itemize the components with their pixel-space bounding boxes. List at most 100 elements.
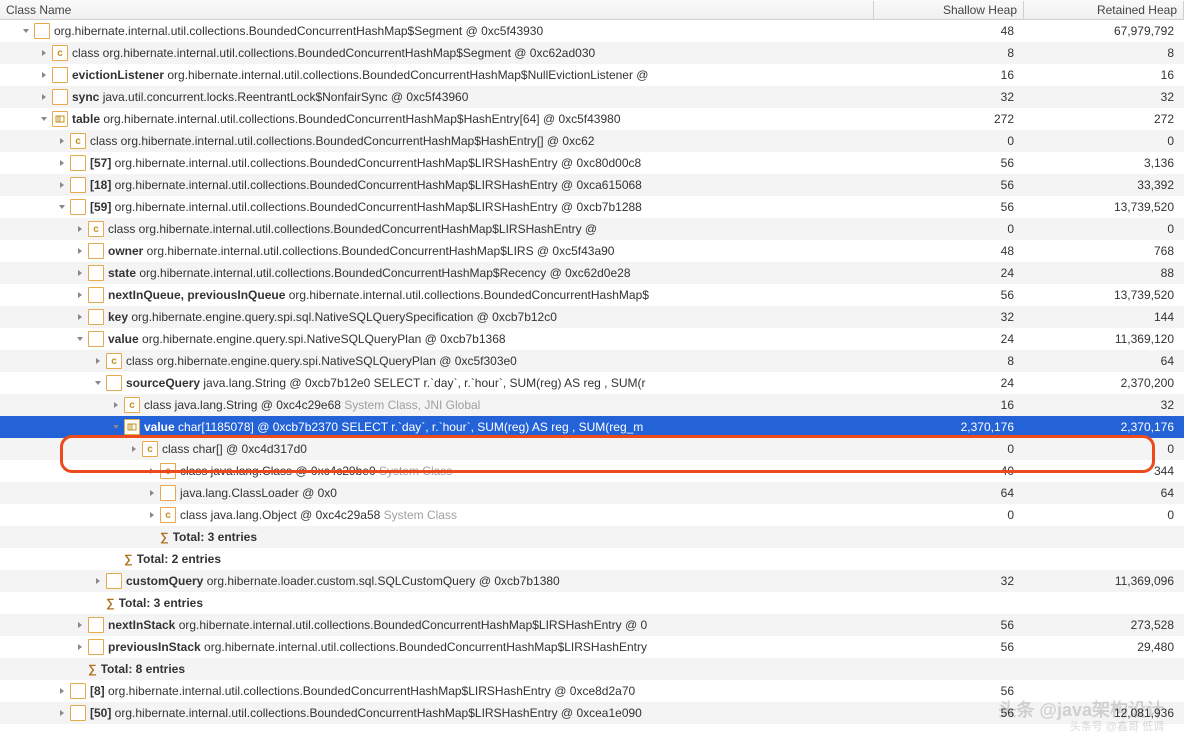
tree-row[interactable]: [59] org.hibernate.internal.util.collect… (0, 196, 1184, 218)
shallow-heap-value: 0 (874, 508, 1024, 522)
shallow-heap-value: 64 (874, 486, 1024, 500)
tree-row[interactable]: c class java.lang.String @ 0xc4c29e68 Sy… (0, 394, 1184, 416)
sigma-icon: ∑ (106, 596, 115, 610)
disclosure-right-icon[interactable] (74, 245, 86, 257)
tree-row[interactable]: [18] org.hibernate.internal.util.collect… (0, 174, 1184, 196)
disclosure-right-icon[interactable] (56, 157, 68, 169)
sigma-icon: ∑ (124, 552, 133, 566)
header-shallow-heap[interactable]: Shallow Heap (874, 1, 1024, 19)
tree-row[interactable]: c class java.lang.Class @ 0xc4c29be0 Sys… (0, 460, 1184, 482)
field-name: value (108, 332, 139, 346)
disclosure-right-icon[interactable] (110, 399, 122, 411)
disclosure-down-icon[interactable] (110, 421, 122, 433)
tree-row[interactable]: ∑Total: 3 entries (0, 526, 1184, 548)
object-icon (106, 375, 122, 391)
tree-row[interactable]: sourceQuery java.lang.String @ 0xcb7b12e… (0, 372, 1184, 394)
disclosure-down-icon[interactable] (56, 201, 68, 213)
disclosure-right-icon[interactable] (74, 289, 86, 301)
shallow-heap-value: 56 (874, 178, 1024, 192)
tree-row[interactable]: customQuery org.hibernate.loader.custom.… (0, 570, 1184, 592)
tree-row[interactable]: c class org.hibernate.engine.query.spi.N… (0, 350, 1184, 372)
shallow-heap-value: 56 (874, 200, 1024, 214)
shallow-heap-value: 272 (874, 112, 1024, 126)
tree-row[interactable]: table org.hibernate.internal.util.collec… (0, 108, 1184, 130)
row-label: class org.hibernate.internal.util.collec… (90, 134, 594, 148)
tree-row[interactable]: c class org.hibernate.internal.util.coll… (0, 130, 1184, 152)
tree-row[interactable]: ∑ Total: 2 entries (0, 548, 1184, 570)
disclosure-right-icon[interactable] (92, 355, 104, 367)
tree-row[interactable]: value org.hibernate.engine.query.spi.Nat… (0, 328, 1184, 350)
tree-row[interactable]: owner org.hibernate.internal.util.collec… (0, 240, 1184, 262)
disclosure-right-icon[interactable] (74, 311, 86, 323)
decorator-text: System Class (384, 508, 457, 522)
disclosure-down-icon[interactable] (74, 333, 86, 345)
disclosure-right-icon[interactable] (56, 685, 68, 697)
row-label: value char[1185078] @ 0xcb7b2370 SELECT … (144, 420, 643, 434)
disclosure-right-icon[interactable] (74, 619, 86, 631)
disclosure-right-icon[interactable] (128, 443, 140, 455)
retained-heap-value: 11,369,120 (1024, 332, 1184, 346)
row-label: Total: 2 entries (137, 552, 221, 566)
tree-row[interactable]: value char[1185078] @ 0xcb7b2370 SELECT … (0, 416, 1184, 438)
row-label: value org.hibernate.engine.query.spi.Nat… (108, 332, 506, 346)
disclosure-right-icon[interactable] (146, 465, 158, 477)
header-class-name[interactable]: Class Name (0, 1, 874, 19)
object-icon (160, 485, 176, 501)
decorator-text: System Class, JNI Global (344, 398, 480, 412)
disclosure-down-icon[interactable] (38, 113, 50, 125)
field-name: evictionListener (72, 68, 164, 82)
row-label: org.hibernate.internal.util.collections.… (54, 24, 543, 38)
disclosure-down-icon[interactable] (20, 25, 32, 37)
tree-rows: org.hibernate.internal.util.collections.… (0, 20, 1184, 724)
array-icon (124, 419, 140, 435)
disclosure-right-icon[interactable] (38, 69, 50, 81)
retained-heap-value: 88 (1024, 266, 1184, 280)
row-label: table org.hibernate.internal.util.collec… (72, 112, 621, 126)
tree-row[interactable]: org.hibernate.internal.util.collections.… (0, 20, 1184, 42)
tree-row[interactable]: ∑Total: 8 entries (0, 658, 1184, 680)
shallow-heap-value: 48 (874, 244, 1024, 258)
tree-row[interactable]: c class org.hibernate.internal.util.coll… (0, 218, 1184, 240)
tree-row[interactable]: c class char[] @ 0xc4d317d000 (0, 438, 1184, 460)
row-label: java.lang.ClassLoader @ 0x0 (180, 486, 337, 500)
tree-row[interactable]: ∑Total: 3 entries (0, 592, 1184, 614)
disclosure-right-icon[interactable] (56, 707, 68, 719)
retained-heap-value: 144 (1024, 310, 1184, 324)
field-name: sourceQuery (126, 376, 200, 390)
tree-row[interactable]: state org.hibernate.internal.util.collec… (0, 262, 1184, 284)
shallow-heap-value: 24 (874, 332, 1024, 346)
disclosure-right-icon[interactable] (38, 47, 50, 59)
tree-row[interactable]: key org.hibernate.engine.query.spi.sql.N… (0, 306, 1184, 328)
retained-heap-value: 64 (1024, 486, 1184, 500)
disclosure-right-icon[interactable] (74, 267, 86, 279)
disclosure-right-icon[interactable] (56, 135, 68, 147)
field-name: previousInStack (108, 640, 201, 654)
disclosure-down-icon[interactable] (92, 377, 104, 389)
disclosure-right-icon[interactable] (92, 575, 104, 587)
tree-row[interactable]: c class java.lang.Object @ 0xc4c29a58 Sy… (0, 504, 1184, 526)
tree-row[interactable]: [57] org.hibernate.internal.util.collect… (0, 152, 1184, 174)
disclosure-right-icon[interactable] (56, 179, 68, 191)
disclosure-right-icon[interactable] (74, 223, 86, 235)
retained-heap-value: 64 (1024, 354, 1184, 368)
row-label: state org.hibernate.internal.util.collec… (108, 266, 631, 280)
field-name: customQuery (126, 574, 203, 588)
tree-row[interactable]: sync java.util.concurrent.locks.Reentran… (0, 86, 1184, 108)
class-icon: c (70, 133, 86, 149)
disclosure-right-icon[interactable] (146, 487, 158, 499)
tree-row[interactable]: nextInStack org.hibernate.internal.util.… (0, 614, 1184, 636)
tree-row[interactable]: c class org.hibernate.internal.util.coll… (0, 42, 1184, 64)
tree-row[interactable]: evictionListener org.hibernate.internal.… (0, 64, 1184, 86)
tree-row[interactable]: java.lang.ClassLoader @ 0x0 6464 (0, 482, 1184, 504)
row-label: [18] org.hibernate.internal.util.collect… (90, 178, 642, 192)
tree-row[interactable]: previousInStack org.hibernate.internal.u… (0, 636, 1184, 658)
field-name: owner (108, 244, 143, 258)
shallow-heap-value: 48 (874, 24, 1024, 38)
disclosure-right-icon[interactable] (38, 91, 50, 103)
tree-row[interactable]: nextInQueue, previousInQueue org.hiberna… (0, 284, 1184, 306)
disclosure-right-icon[interactable] (74, 641, 86, 653)
disclosure-right-icon[interactable] (146, 509, 158, 521)
row-label: class java.lang.String @ 0xc4c29e68 Syst… (144, 398, 480, 412)
header-retained-heap[interactable]: Retained Heap (1024, 1, 1184, 19)
retained-heap-value: 0 (1024, 134, 1184, 148)
